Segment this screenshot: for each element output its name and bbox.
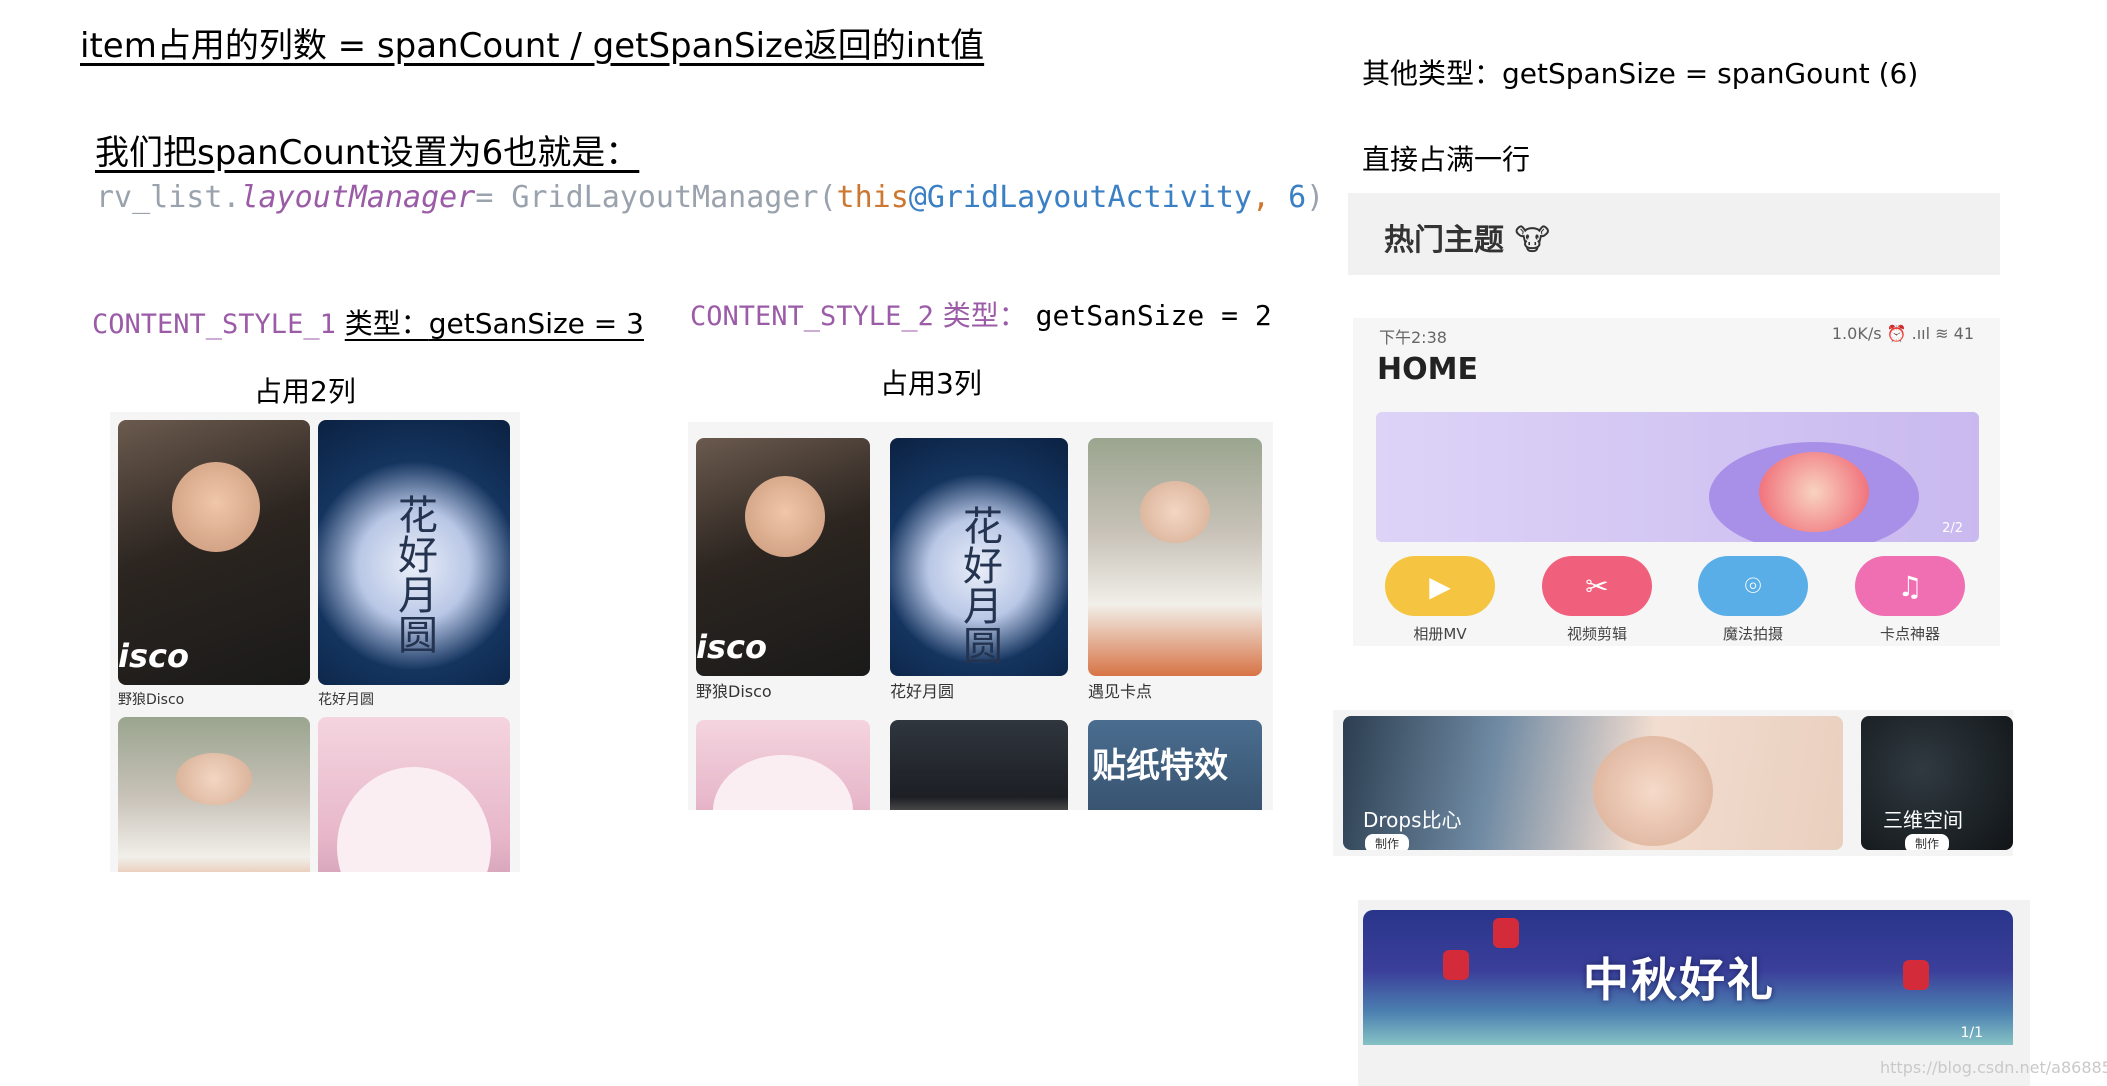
music-icon: ♫ bbox=[1897, 569, 1923, 603]
card-drops-make-button[interactable]: 制作 bbox=[1365, 834, 1410, 850]
heading-span-formula: item占用的列数 = spanCount / getSpanSize返回的in… bbox=[80, 26, 985, 66]
code-line: rv_list.layoutManager= GridLayoutManager… bbox=[96, 180, 1324, 215]
code-close: ) bbox=[1306, 180, 1325, 215]
phone-home-screen: 下午2:38 1.0K/s ⏰ .ııl ≋ 41 HOME 2/2 ▶ ✂ ⌾… bbox=[1353, 318, 2000, 646]
template-cards-row: Drops比心 制作 三维空间 制作 bbox=[1333, 710, 2013, 856]
card-drops-title: Drops比心 bbox=[1363, 808, 1462, 832]
status-time: 下午2:38 bbox=[1379, 328, 1447, 347]
code-number: 6 bbox=[1288, 180, 1307, 215]
code-property: layoutManager bbox=[240, 180, 476, 215]
home-title: HOME bbox=[1377, 352, 1478, 387]
tile-pink-2[interactable] bbox=[696, 720, 870, 810]
play-icon: ▶ bbox=[1429, 569, 1451, 603]
heading-spancount-six: 我们把spanCount设置为6也就是： bbox=[95, 133, 640, 173]
tile-hat-2[interactable] bbox=[890, 720, 1068, 810]
camera-icon: ⌾ bbox=[1744, 569, 1762, 602]
status-icons: 1.0K/s ⏰ .ııl ≋ 41 bbox=[1831, 324, 1974, 343]
tile-girl-caption-2: 遇见卡点 bbox=[1088, 682, 1153, 701]
beat-tool-label: 卡点神器 bbox=[1879, 625, 1940, 643]
style1-grid: isco 野狼Disco 花好月圆 花好月圆 bbox=[110, 412, 520, 872]
style2-type-label: 类型： bbox=[942, 299, 1027, 332]
home-banner[interactable]: 2/2 bbox=[1376, 412, 1979, 542]
tile-moon-caption: 花好月圆 bbox=[318, 692, 374, 708]
cow-icon: 🐮 bbox=[1514, 223, 1550, 258]
watermark: https://blog.csdn.net/a8688555 bbox=[1880, 1058, 2107, 1077]
mid-autumn-title: 中秋好礼 bbox=[1583, 953, 1775, 1007]
moon-overlay-2: 花好月圆 bbox=[956, 504, 1002, 665]
style2-caption: 占用3列 bbox=[880, 367, 982, 400]
moon-overlay: 花好月圆 bbox=[391, 494, 437, 655]
tile-moon[interactable]: 花好月圆 bbox=[318, 420, 510, 685]
style1-label: CONTENT_STYLE_1 类型：getSanSize = 3 bbox=[92, 302, 644, 342]
scissors-icon: ✂ bbox=[1585, 569, 1609, 603]
code-comma: , bbox=[1251, 180, 1289, 215]
card-3d-title: 三维空间 bbox=[1883, 808, 1963, 832]
album-mv-label: 相册MV bbox=[1413, 625, 1467, 643]
lantern-icon bbox=[1493, 918, 1519, 948]
style1-type: 类型：getSanSize = 3 bbox=[344, 307, 644, 340]
code-annotation: @GridLayoutActivity bbox=[908, 180, 1252, 215]
card-3d-space[interactable]: 三维空间 制作 bbox=[1861, 716, 2013, 850]
code-assign: = GridLayoutManager( bbox=[475, 180, 837, 215]
disco-overlay-2: isco bbox=[696, 628, 767, 666]
hot-topic-title: 热门主题 🐮 bbox=[1384, 223, 1550, 258]
card-drops[interactable]: Drops比心 制作 bbox=[1343, 716, 1843, 850]
tile-sticker-2[interactable]: 贴纸特效 bbox=[1088, 720, 1262, 810]
style1-caption: 占用2列 bbox=[254, 375, 356, 408]
disco-overlay: isco bbox=[118, 637, 189, 675]
style2-rule: getSanSize = 2 bbox=[1035, 299, 1272, 332]
sticker-overlay: 贴纸特效 bbox=[1092, 746, 1228, 786]
style1-const: CONTENT_STYLE_1 bbox=[92, 309, 336, 340]
mid-autumn-page: 1/1 bbox=[1960, 1025, 1983, 1041]
album-mv-button[interactable]: ▶ bbox=[1385, 556, 1495, 616]
lantern-icon bbox=[1903, 960, 1929, 990]
code-this: this bbox=[836, 180, 909, 215]
other-type-desc: 直接占满一行 bbox=[1362, 143, 1531, 176]
banner-avatar bbox=[1759, 452, 1869, 532]
magic-shoot-button[interactable]: ⌾ bbox=[1698, 556, 1808, 616]
style2-grid: isco 野狼Disco 花好月圆 花好月圆 遇见卡点 贴纸特效 bbox=[688, 422, 1273, 810]
tile-girl[interactable] bbox=[118, 717, 310, 872]
tile-moon-2[interactable]: 花好月圆 bbox=[890, 438, 1068, 676]
tile-disco[interactable]: isco bbox=[118, 420, 310, 685]
tile-girl-2[interactable] bbox=[1088, 438, 1262, 676]
code-receiver: rv_list. bbox=[96, 180, 241, 215]
card-3d-make-button[interactable]: 制作 bbox=[1905, 834, 1950, 850]
tile-disco-caption-2: 野狼Disco bbox=[696, 682, 772, 701]
banner-page-indicator: 2/2 bbox=[1942, 521, 1963, 536]
hot-topic-header: 热门主题 🐮 bbox=[1348, 193, 2000, 275]
tile-moon-caption-2: 花好月圆 bbox=[890, 682, 955, 701]
tile-disco-2[interactable]: isco bbox=[696, 438, 870, 676]
video-edit-label: 视频剪辑 bbox=[1566, 625, 1627, 643]
beat-tool-button[interactable]: ♫ bbox=[1855, 556, 1965, 616]
magic-shoot-label: 魔法拍摄 bbox=[1722, 625, 1783, 643]
lantern-icon bbox=[1443, 950, 1469, 980]
tile-pink[interactable] bbox=[318, 717, 510, 872]
other-type-rule: 其他类型：getSpanSize = spanGount (6) bbox=[1362, 57, 1919, 90]
tile-disco-caption: 野狼Disco bbox=[118, 692, 185, 708]
style2-label: CONTENT_STYLE_2 类型： getSanSize = 2 bbox=[690, 294, 1272, 334]
video-edit-button[interactable]: ✂ bbox=[1542, 556, 1652, 616]
style2-const: CONTENT_STYLE_2 bbox=[690, 301, 934, 332]
mid-autumn-banner[interactable]: 中秋好礼 1/1 bbox=[1363, 910, 2013, 1045]
